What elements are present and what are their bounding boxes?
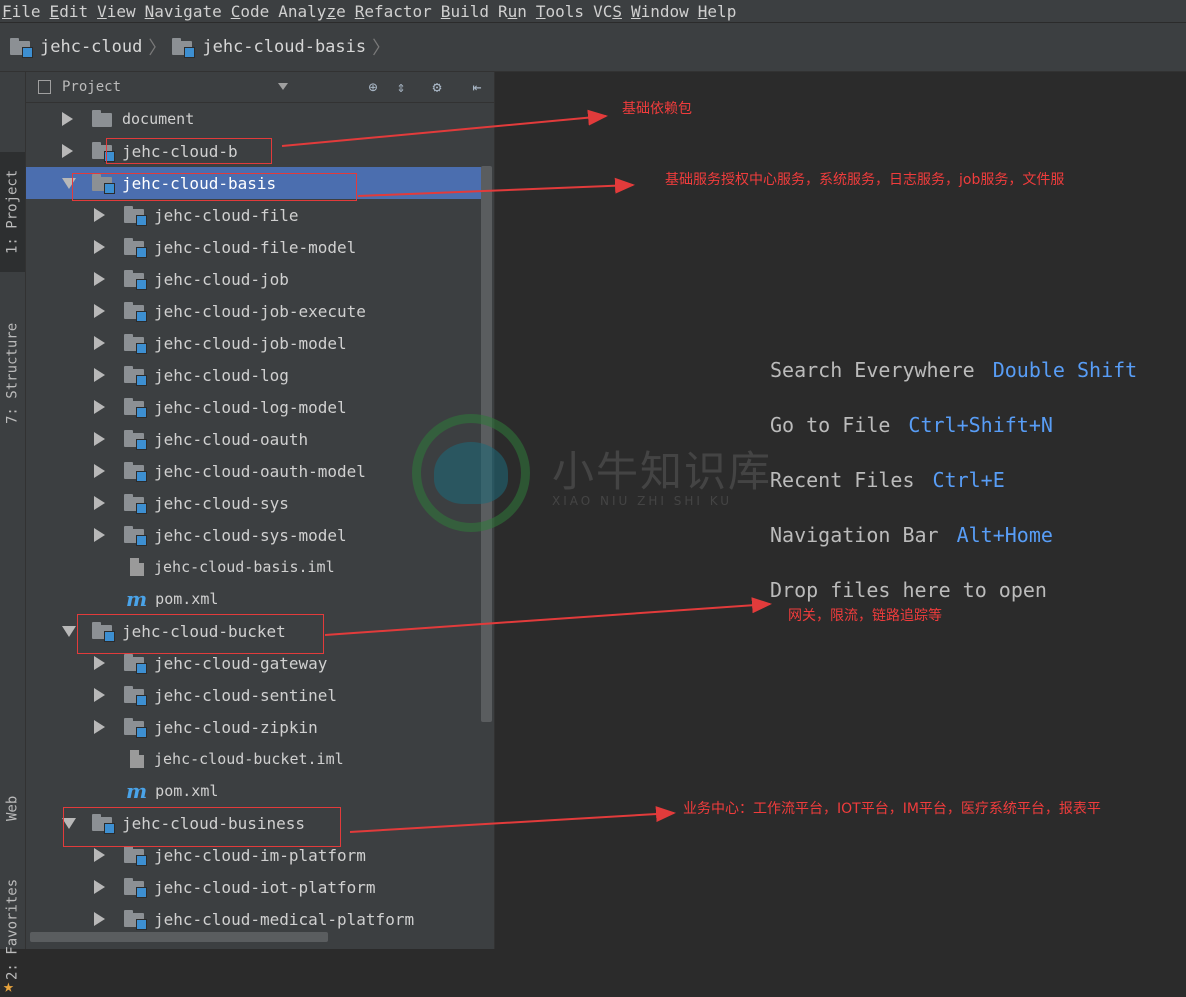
annotation-arrow: [324, 597, 772, 636]
annotation-arrow: [349, 806, 676, 833]
annotation-arrow: [281, 109, 608, 147]
annotation-arrow: [357, 177, 635, 197]
star-icon: ★: [3, 976, 14, 997]
annotation-arrows: [281, 109, 772, 833]
